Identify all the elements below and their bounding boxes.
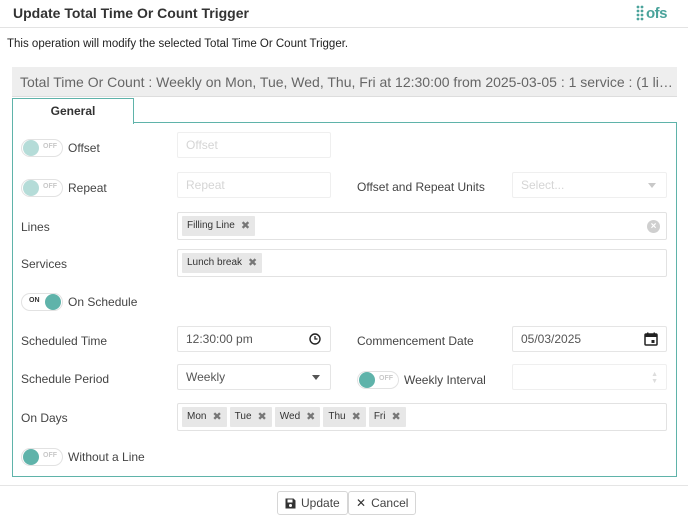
save-icon xyxy=(285,498,296,508)
service-chip: Lunch break ✖ xyxy=(182,253,263,273)
schedule-period-value: Weekly xyxy=(186,370,226,384)
day-chip: Mon ✖ xyxy=(182,407,227,427)
day-chip-label: Fri xyxy=(373,411,386,422)
tab-general[interactable]: General xyxy=(12,98,134,124)
weekly-interval-input[interactable]: ▲ ▼ xyxy=(512,364,667,390)
lines-label: Lines xyxy=(21,220,50,234)
schedule-period-select[interactable]: Weekly xyxy=(177,364,331,390)
day-chip: Thu ✖ xyxy=(323,407,366,427)
scheduled-time-input[interactable]: 12:30:00 pm xyxy=(177,326,331,352)
units-select[interactable]: Select... xyxy=(512,172,667,198)
day-chip-label: Tue xyxy=(234,411,252,422)
on-days-select[interactable]: Mon ✖ Tue ✖ Wed ✖ Thu ✖ Fri ✖ xyxy=(177,403,667,431)
dialog-header: Update Total Time Or Count Trigger ofs xyxy=(0,0,688,28)
day-chip-label: Wed xyxy=(279,411,301,422)
line-chip: Filling Line ✖ xyxy=(182,216,256,236)
without-line-label: Without a Line xyxy=(68,450,145,464)
remove-chip-icon[interactable]: ✖ xyxy=(212,407,221,427)
toggle-knob xyxy=(359,372,375,388)
cancel-button[interactable]: ✕ Cancel xyxy=(348,491,417,515)
on-days-label: On Days xyxy=(21,411,68,425)
clock-icon[interactable] xyxy=(309,333,321,345)
service-chip-label: Lunch break xyxy=(187,257,243,268)
offset-input[interactable]: Offset xyxy=(177,132,331,158)
offset-label: Offset xyxy=(68,141,100,155)
update-button-label: Update xyxy=(301,496,340,510)
repeat-label: Repeat xyxy=(68,181,107,195)
general-panel: OFF Offset Offset OFF Repeat Repeat Offs… xyxy=(12,122,677,477)
weekly-interval-toggle[interactable]: OFF xyxy=(357,371,399,389)
toggle-state-text: OFF xyxy=(43,143,57,150)
clear-icon[interactable]: × xyxy=(647,220,660,233)
scheduled-time-label: Scheduled Time xyxy=(21,334,108,348)
toggle-knob xyxy=(23,180,39,196)
day-chip: Wed ✖ xyxy=(274,407,321,427)
repeat-input[interactable]: Repeat xyxy=(177,172,331,198)
day-chip: Tue ✖ xyxy=(229,407,272,427)
toggle-knob xyxy=(23,140,39,156)
repeat-toggle[interactable]: OFF xyxy=(21,179,63,197)
calendar-icon[interactable] xyxy=(644,332,658,346)
commencement-date-value: 05/03/2025 xyxy=(521,332,582,346)
remove-chip-icon[interactable]: ✖ xyxy=(241,216,250,236)
logo-mark-icon xyxy=(636,5,644,21)
chevron-down-icon xyxy=(648,183,656,188)
chevron-down-icon xyxy=(312,375,320,380)
remove-chip-icon[interactable]: ✖ xyxy=(352,407,361,427)
toggle-state-text: ON xyxy=(29,297,40,304)
day-chip-label: Thu xyxy=(328,411,346,422)
logo-text: ofs xyxy=(646,4,668,22)
toggle-state-text: OFF xyxy=(43,183,57,190)
update-button[interactable]: Update xyxy=(277,491,348,515)
remove-chip-icon[interactable]: ✖ xyxy=(258,407,267,427)
remove-chip-icon[interactable]: ✖ xyxy=(392,407,401,427)
remove-chip-icon[interactable]: ✖ xyxy=(306,407,315,427)
remove-chip-icon[interactable]: ✖ xyxy=(248,253,257,273)
services-select[interactable]: Lunch break ✖ xyxy=(177,249,667,277)
dialog-title: Update Total Time Or Count Trigger xyxy=(13,5,249,21)
toggle-state-text: OFF xyxy=(43,452,57,459)
units-placeholder: Select... xyxy=(521,178,565,192)
offset-toggle[interactable]: OFF xyxy=(21,139,63,157)
day-chip-label: Mon xyxy=(187,411,207,422)
weekly-interval-label: Weekly Interval xyxy=(404,373,486,387)
scheduled-time-value: 12:30:00 pm xyxy=(186,332,253,346)
without-line-toggle[interactable]: OFF xyxy=(21,448,63,466)
footer-divider xyxy=(0,485,688,486)
ofs-logo: ofs xyxy=(636,3,676,23)
spinner-arrows-icon[interactable]: ▲ ▼ xyxy=(651,371,658,385)
cancel-button-label: Cancel xyxy=(371,496,409,510)
on-schedule-toggle[interactable]: ON xyxy=(21,293,63,311)
lines-select[interactable]: Filling Line ✖ × xyxy=(177,212,667,240)
toggle-knob xyxy=(45,294,61,310)
on-schedule-label: On Schedule xyxy=(68,295,138,309)
toggle-state-text: OFF xyxy=(379,375,393,382)
dialog-description: This operation will modify the selected … xyxy=(7,38,349,50)
commencement-label: Commencement Date xyxy=(357,334,474,348)
services-label: Services xyxy=(21,257,68,271)
line-chip-label: Filling Line xyxy=(187,220,235,231)
toggle-knob xyxy=(23,449,39,465)
trigger-summary: Total Time Or Count : Weekly on Mon, Tue… xyxy=(12,67,677,97)
units-label: Offset and Repeat Units xyxy=(357,180,485,194)
commencement-date-input[interactable]: 05/03/2025 xyxy=(512,326,667,352)
close-icon: ✕ xyxy=(356,496,367,510)
schedule-period-label: Schedule Period xyxy=(21,372,110,386)
day-chip: Fri ✖ xyxy=(368,407,406,427)
